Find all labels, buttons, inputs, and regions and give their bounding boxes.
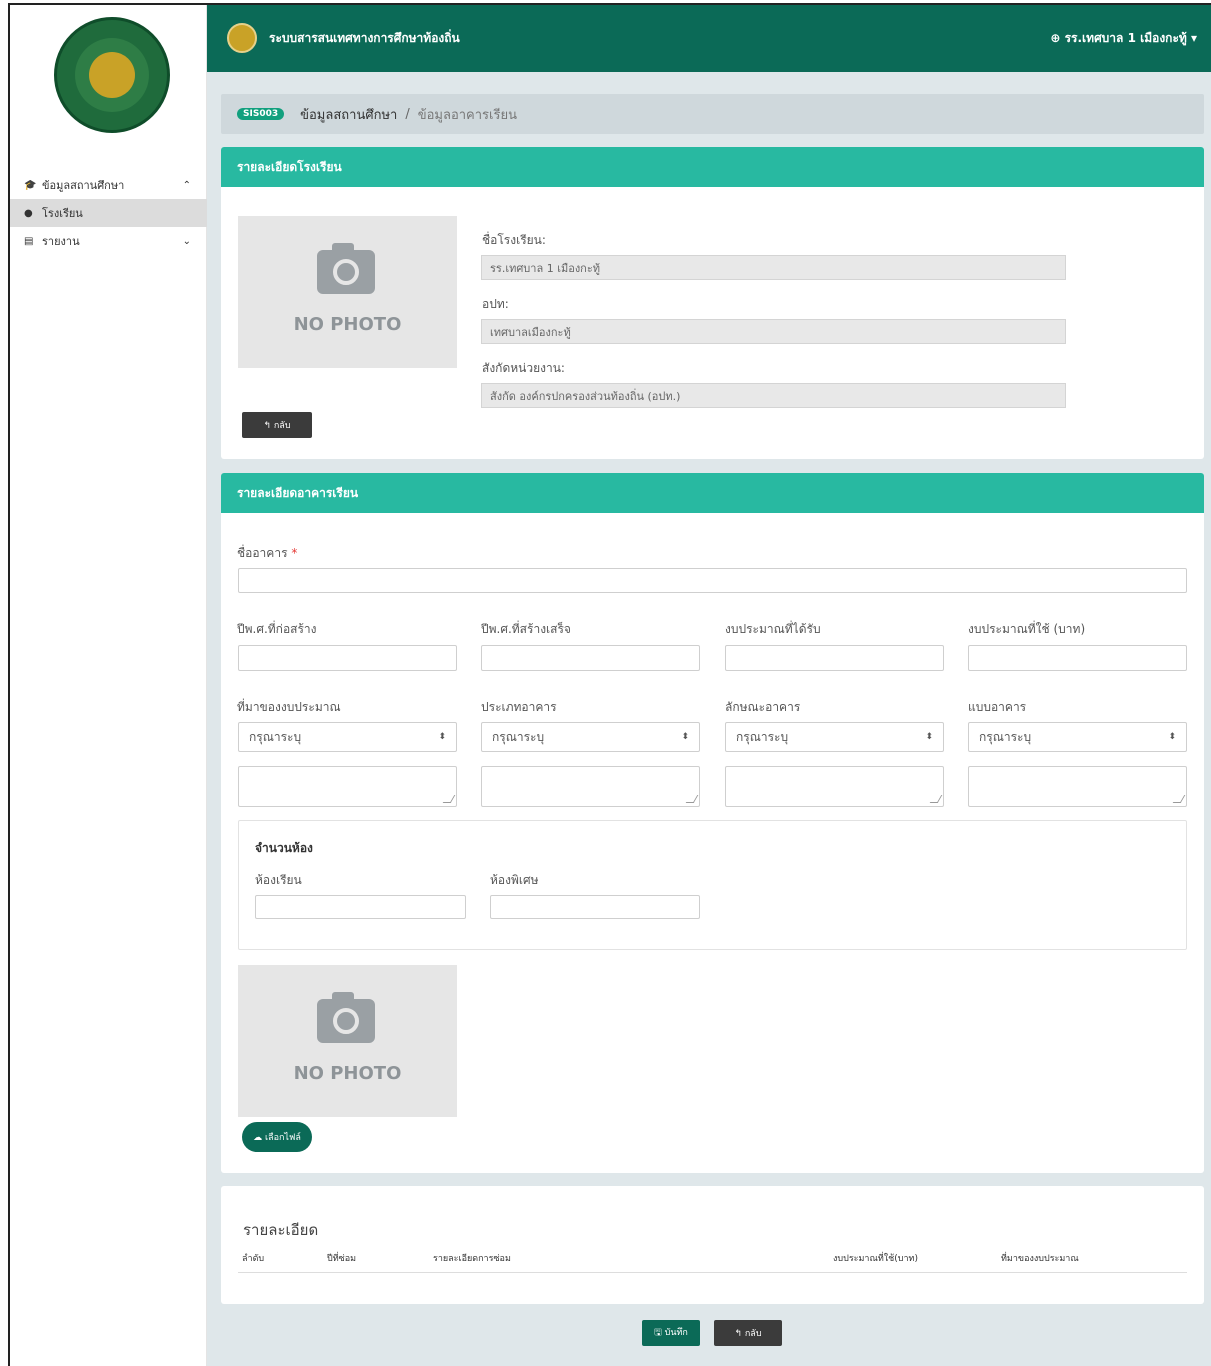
building-type-select[interactable]: กรุณาระบุ ⬍ — [481, 722, 700, 752]
budget-source-textarea[interactable] — [238, 766, 457, 807]
card-title: รายละเอียด — [243, 1221, 319, 1239]
choose-file-button[interactable]: ☁ เลือกไฟล์ — [242, 1122, 312, 1152]
sidebar-item-report[interactable]: ▤ รายงาน ⌄ — [10, 227, 207, 255]
sidebar-nav: 🎓 ข้อมูลสถานศึกษา ⌃ ● โรงเรียน ▤ รายงาน … — [10, 171, 207, 255]
room-count-title: จำนวนห้อง — [255, 841, 313, 855]
file-icon: ▤ — [24, 235, 34, 247]
app-logo-icon — [227, 23, 257, 53]
school-name-field: รร.เทศบาล 1 เมืองกะทู้ — [481, 255, 1066, 280]
main-content: SIS003 ข้อมูลสถานศึกษา / ข้อมูลอาคารเรีย… — [207, 72, 1211, 1366]
breadcrumb-item-building: ข้อมูลอาคารเรียน — [417, 107, 517, 123]
no-photo-text: NO PHOTO — [293, 314, 402, 335]
chevron-down-icon: ⌄ — [182, 235, 191, 247]
affiliation-field: สังกัด องค์กรปกครองส่วนท้องถิ่น (อปท.) — [481, 383, 1066, 408]
breadcrumb: SIS003 ข้อมูลสถานศึกษา / ข้อมูลอาคารเรีย… — [221, 94, 1204, 134]
building-style-textarea[interactable] — [968, 766, 1187, 807]
back-button[interactable]: ↰ กลับ — [242, 412, 312, 438]
building-name-label: ชื่ออาคาร * — [237, 546, 298, 560]
chevron-up-icon: ⌃ — [182, 179, 191, 191]
school-detail-card: รายละเอียดโรงเรียน NO PHOTO ↰ กลับ ชื่อโ… — [221, 147, 1204, 459]
graduation-cap-icon: 🎓 — [24, 179, 37, 191]
top-bar: ระบบสารสนเทศทางการศึกษาท้องถิ่น ⊕ รร.เทศ… — [207, 5, 1211, 72]
sidebar-item-label: รายงาน — [42, 235, 80, 248]
budget-used-input[interactable] — [968, 645, 1187, 671]
select-arrow-icon: ⬍ — [438, 732, 446, 742]
school-photo: NO PHOTO — [238, 216, 457, 368]
building-type-textarea[interactable] — [481, 766, 700, 807]
building-style-label: แบบอาคาร — [968, 700, 1027, 714]
page-code-badge: SIS003 — [237, 108, 285, 120]
department-logo — [54, 17, 170, 133]
select-arrow-icon: ⬍ — [1168, 732, 1176, 742]
year-start-label: ปีพ.ศ.ที่ก่อสร้าง — [237, 622, 317, 636]
column-header-budget-used: งบประมาณที่ใช้(บาท) — [833, 1254, 918, 1264]
special-room-input[interactable] — [490, 895, 700, 919]
select-arrow-icon: ⬍ — [925, 732, 933, 742]
building-character-label: ลักษณะอาคาร — [725, 700, 801, 714]
dot-icon: ● — [24, 207, 33, 219]
building-character-select[interactable]: กรุณาระบุ ⬍ — [725, 722, 944, 752]
column-header-repair-detail: รายละเอียดการซ่อม — [433, 1254, 511, 1264]
sidebar: 🎓 ข้อมูลสถานศึกษา ⌃ ● โรงเรียน ▤ รายงาน … — [10, 5, 207, 1366]
building-name-input[interactable] — [238, 568, 1187, 593]
building-style-select[interactable]: กรุณาระบุ ⬍ — [968, 722, 1187, 752]
sidebar-item-label: โรงเรียน — [42, 207, 83, 220]
table-header-divider — [238, 1272, 1187, 1273]
column-header-order: ลำดับ — [242, 1254, 265, 1264]
year-end-label: ปีพ.ศ.ที่สร้างเสร็จ — [481, 622, 571, 636]
special-room-label: ห้องพิเศษ — [490, 873, 539, 887]
local-admin-field: เทศบาลเมืองกะทู้ — [481, 319, 1066, 344]
repair-detail-card: รายละเอียด ลำดับ ปีที่ซ่อม รายละเอียดการ… — [221, 1186, 1204, 1304]
school-name-label: ชื่อโรงเรียน: — [482, 233, 546, 247]
year-end-input[interactable] — [481, 645, 700, 671]
save-button[interactable]: 🖫 บันทึก — [642, 1320, 700, 1346]
no-photo-text: NO PHOTO — [293, 1063, 402, 1084]
local-admin-label: อปท: — [482, 297, 509, 311]
select-arrow-icon: ⬍ — [681, 732, 689, 742]
budget-source-label: ที่มาของงบประมาณ — [237, 700, 341, 714]
budget-used-label: งบประมาณที่ใช้ (บาท) — [968, 622, 1086, 636]
room-count-section: จำนวนห้อง ห้องเรียน ห้องพิเศษ — [238, 820, 1187, 950]
building-type-label: ประเภทอาคาร — [481, 700, 557, 714]
column-header-repair-year: ปีที่ซ่อม — [327, 1254, 357, 1264]
budget-source-select[interactable]: กรุณาระบุ ⬍ — [238, 722, 457, 752]
app-title: ระบบสารสนเทศทางการศึกษาท้องถิ่น — [269, 31, 460, 45]
building-photo: NO PHOTO — [238, 965, 457, 1117]
sidebar-item-school-data[interactable]: 🎓 ข้อมูลสถานศึกษา ⌃ — [10, 171, 207, 199]
breadcrumb-item-school-data[interactable]: ข้อมูลสถานศึกษา — [300, 104, 397, 125]
building-detail-card: รายละเอียดอาคารเรียน ชื่ออาคาร * ปีพ.ศ.ท… — [221, 473, 1204, 1173]
budget-received-input[interactable] — [725, 645, 944, 671]
classroom-input[interactable] — [255, 895, 466, 919]
camera-icon — [317, 992, 375, 1043]
building-character-textarea[interactable] — [725, 766, 944, 807]
year-start-input[interactable] — [238, 645, 457, 671]
footer-back-button[interactable]: ↰ กลับ — [714, 1320, 782, 1346]
budget-received-label: งบประมาณที่ได้รับ — [725, 622, 821, 636]
column-header-budget-source: ที่มาของงบประมาณ — [1001, 1254, 1079, 1264]
sidebar-item-label: ข้อมูลสถานศึกษา — [42, 179, 125, 192]
sidebar-item-school[interactable]: ● โรงเรียน — [10, 199, 207, 227]
breadcrumb-separator: / — [405, 106, 410, 122]
classroom-label: ห้องเรียน — [255, 873, 302, 887]
affiliation-label: สังกัดหน่วยงาน: — [482, 361, 565, 375]
camera-icon — [317, 243, 375, 294]
card-title: รายละเอียดอาคารเรียน — [221, 473, 1204, 513]
card-title: รายละเอียดโรงเรียน — [221, 147, 1204, 187]
user-menu[interactable]: ⊕ รร.เทศบาล 1 เมืองกะทู้ ▾ — [1050, 29, 1197, 48]
